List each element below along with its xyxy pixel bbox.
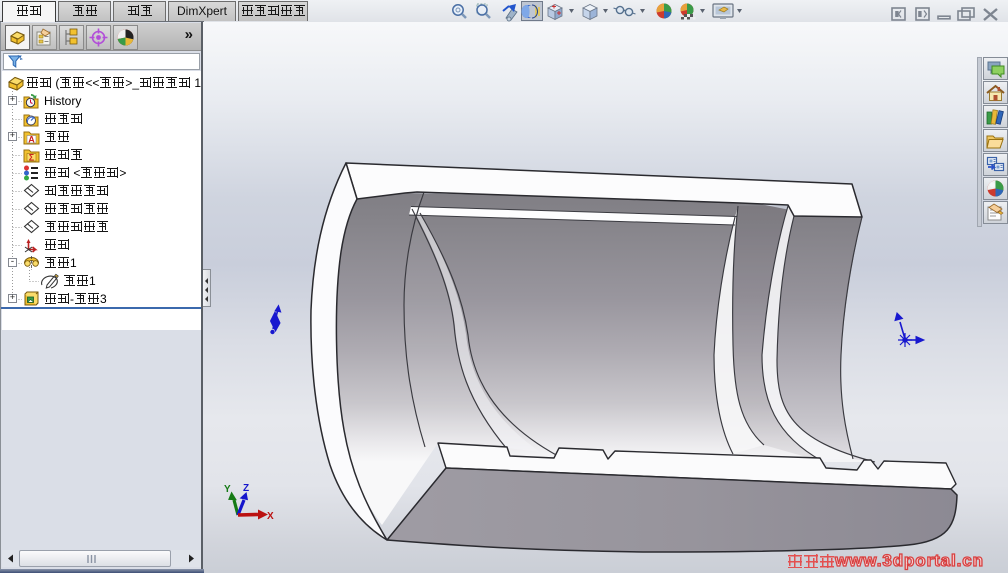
svg-text:X: X xyxy=(267,511,274,522)
svg-text:Z: Z xyxy=(243,483,249,494)
svg-text:Y: Y xyxy=(224,484,231,495)
